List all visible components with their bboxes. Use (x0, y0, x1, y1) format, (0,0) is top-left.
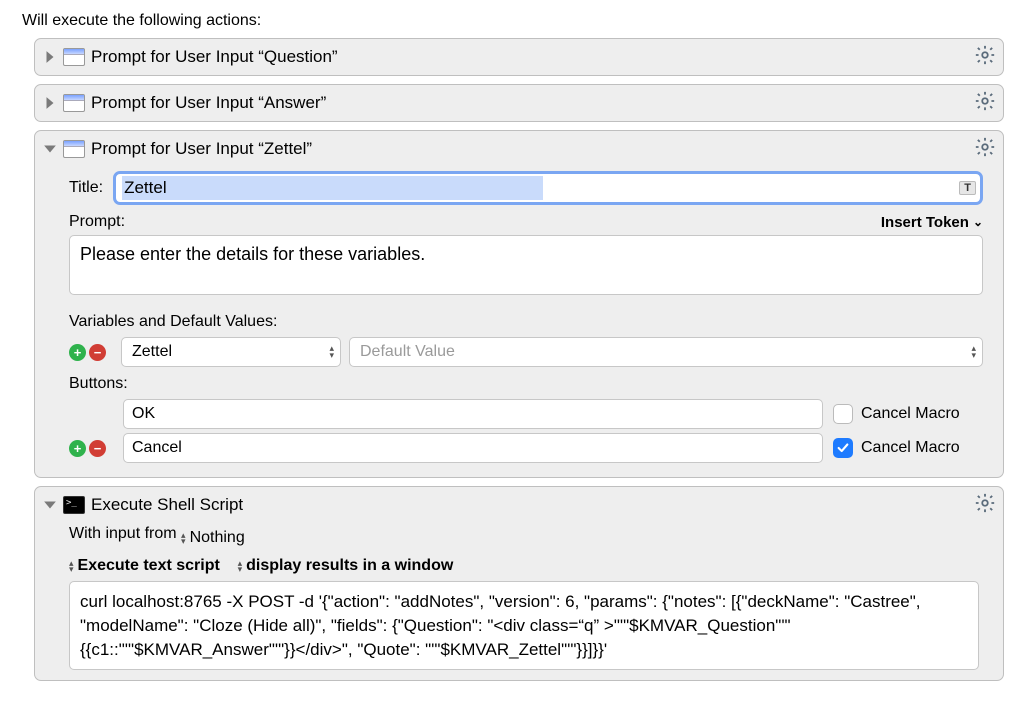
script-mode-select[interactable]: ▴▾ Execute text script (69, 557, 220, 575)
checkbox-unchecked-icon[interactable] (833, 404, 853, 424)
action-prompt-answer: Prompt for User Input “Answer” (34, 84, 1004, 122)
prompt-app-icon (63, 94, 85, 112)
output-mode-select[interactable]: ▴▾ display results in a window (238, 557, 454, 575)
variables-label: Variables and Default Values: (69, 313, 983, 331)
gear-icon[interactable] (973, 89, 997, 113)
chevron-right-icon[interactable] (43, 96, 57, 110)
remove-button-button[interactable]: − (89, 440, 106, 457)
remove-variable-button[interactable]: − (89, 344, 106, 361)
intro-text: Will execute the following actions: (22, 12, 1004, 30)
variable-name-select[interactable]: ▴▾ (121, 337, 341, 367)
input-source-select[interactable]: ▴▾ Nothing (181, 529, 245, 547)
button-label-input[interactable] (123, 433, 823, 463)
action-title: Prompt for User Input “Answer” (91, 93, 326, 113)
insert-token-menu[interactable]: Insert Token ⌄ (881, 214, 983, 231)
button-label-input[interactable] (123, 399, 823, 429)
action-execute-shell: Execute Shell Script With input from ▴▾ … (34, 486, 1004, 681)
script-text[interactable]: curl localhost:8765 -X POST -d '{"action… (69, 581, 979, 670)
chevron-right-icon[interactable] (43, 50, 57, 64)
variable-name-input[interactable] (130, 342, 314, 362)
with-input-label: With input from (69, 525, 177, 542)
prompt-app-icon (63, 48, 85, 66)
default-value-input[interactable] (358, 342, 956, 362)
button-row-ok: Cancel Macro (69, 399, 983, 429)
prompt-textarea[interactable] (69, 235, 983, 295)
add-button-button[interactable]: + (69, 440, 86, 457)
title-input-wrap: T (113, 171, 983, 205)
gear-icon[interactable] (973, 491, 997, 515)
cancel-macro-check[interactable]: Cancel Macro (833, 438, 983, 458)
default-value-select[interactable]: ▴▾ (349, 337, 983, 367)
token-badge[interactable]: T (959, 181, 976, 195)
cancel-macro-label: Cancel Macro (861, 439, 960, 457)
chevron-down-icon[interactable] (43, 142, 57, 156)
title-input[interactable] (122, 176, 543, 200)
terminal-app-icon (63, 496, 85, 514)
cancel-macro-label: Cancel Macro (861, 405, 960, 423)
action-title: Prompt for User Input “Zettel” (91, 139, 312, 159)
cancel-macro-check[interactable]: Cancel Macro (833, 404, 983, 424)
gear-icon[interactable] (973, 135, 997, 159)
action-prompt-zettel: Prompt for User Input “Zettel” Title: T … (34, 130, 1004, 478)
checkbox-checked-icon[interactable] (833, 438, 853, 458)
chevron-down-icon: ⌄ (973, 215, 983, 229)
button-row-cancel: + − Cancel Macro (69, 433, 983, 463)
add-variable-button[interactable]: + (69, 344, 86, 361)
prompt-label: Prompt: (69, 213, 125, 231)
action-title: Execute Shell Script (91, 495, 243, 515)
buttons-label: Buttons: (69, 375, 983, 393)
action-prompt-question: Prompt for User Input “Question” (34, 38, 1004, 76)
chevron-down-icon[interactable] (43, 498, 57, 512)
gear-icon[interactable] (973, 43, 997, 67)
title-label: Title: (69, 179, 103, 197)
prompt-app-icon (63, 140, 85, 158)
action-title: Prompt for User Input “Question” (91, 47, 338, 67)
